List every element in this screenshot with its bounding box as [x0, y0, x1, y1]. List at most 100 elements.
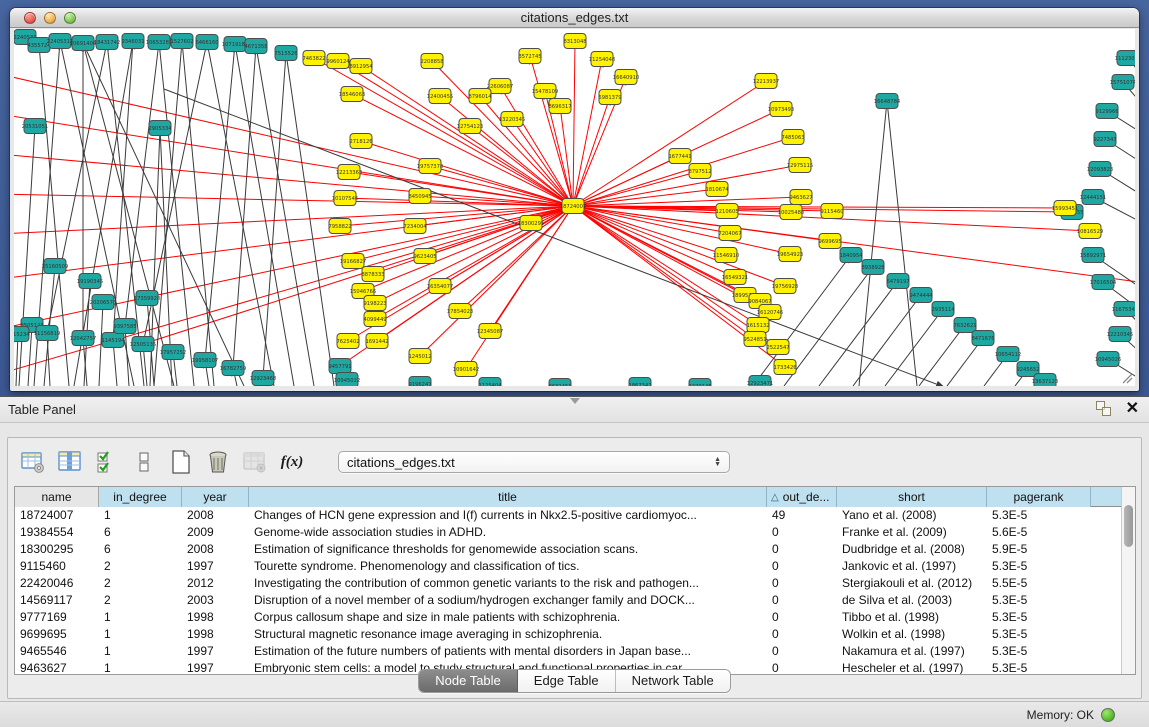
graph-node[interactable]: 20531051 — [22, 119, 48, 134]
graph-node[interactable]: 10945026 — [1095, 352, 1121, 367]
table-row[interactable]: 1830029562008Estimation of significance … — [15, 541, 1121, 558]
table-row[interactable]: 1872400712008Changes of HCN gene express… — [15, 507, 1121, 524]
graph-node[interactable]: 15993451 — [1052, 201, 1078, 216]
table-row[interactable]: 1938455462009Genome-wide association stu… — [15, 524, 1121, 541]
graph-node[interactable]: 16354077 — [427, 279, 453, 294]
graph-node[interactable]: 6479197 — [886, 274, 909, 289]
graph-node[interactable]: 1615132 — [746, 318, 769, 333]
graph-node[interactable]: 16640910 — [613, 70, 639, 85]
graph-node[interactable]: 17359928 — [134, 291, 160, 306]
graph-node[interactable]: 12923468 — [250, 371, 276, 386]
graph-node[interactable]: 17016504 — [1090, 275, 1117, 290]
table-select-dropdown[interactable]: citations_edges.txt ▲▼ — [338, 451, 730, 473]
graph-node[interactable]: 9457791 — [328, 359, 351, 374]
graph-node[interactable]: 12042757 — [70, 331, 96, 346]
memory-ok-indicator-icon[interactable] — [1101, 708, 1115, 722]
graph-node[interactable]: 10945022 — [334, 373, 360, 387]
graph-node[interactable]: 15751074 — [1110, 75, 1135, 90]
graph-node[interactable]: 7625402 — [336, 334, 359, 349]
graph-node[interactable]: 1840954 — [839, 248, 863, 263]
graph-node[interactable]: 8912954 — [349, 59, 373, 74]
graph-node[interactable]: 8632451 — [548, 379, 571, 387]
graph-node[interactable]: 10654112 — [995, 347, 1021, 362]
graph-node[interactable]: 7234004 — [403, 219, 427, 234]
close-panel-icon[interactable]: ✕ — [1126, 401, 1139, 417]
table-row[interactable]: 2242004622012Investigating the contribut… — [15, 575, 1121, 592]
graph-node[interactable]: 16648784 — [874, 94, 901, 109]
graph-node[interactable]: 5981379 — [598, 90, 621, 105]
graph-node[interactable]: 1733426 — [773, 360, 796, 375]
graph-node[interactable]: 12213937 — [753, 74, 779, 89]
graph-node[interactable]: 19166827 — [340, 254, 366, 269]
graph-node[interactable]: 10973493 — [768, 102, 794, 117]
graph-node[interactable]: 4671358 — [244, 39, 267, 54]
graph-node[interactable]: 19756928 — [772, 279, 798, 294]
graph-node[interactable]: 11546910 — [713, 248, 739, 263]
graph-node[interactable]: 11254048 — [589, 52, 615, 67]
graph-node[interactable]: 1677441 — [668, 149, 691, 164]
graph-node[interactable]: 19654923 — [777, 247, 803, 262]
column-header-out-de-[interactable]: △out_de... — [767, 487, 837, 507]
graph-node[interactable]: 8878333 — [361, 267, 384, 282]
graph-node[interactable]: 20691406 — [70, 36, 96, 51]
graph-node[interactable]: 12505135 — [130, 337, 156, 352]
select-columns-icon[interactable] — [94, 449, 120, 475]
graph-node[interactable]: 9346031 — [121, 34, 144, 49]
show-column-icon[interactable] — [57, 449, 83, 475]
graph-node[interactable]: 12213363 — [336, 165, 362, 180]
graph-node[interactable]: 7204067 — [718, 226, 741, 241]
graph-node[interactable]: 18431742 — [94, 35, 120, 50]
graph-node[interactable]: 10901642 — [453, 362, 479, 377]
float-window-icon[interactable] — [1096, 401, 1112, 417]
graph-node[interactable]: 10816529 — [1077, 224, 1103, 239]
graph-node[interactable]: 12923471 — [747, 376, 773, 387]
table-vertical-scrollbar[interactable] — [1121, 487, 1135, 674]
graph-node[interactable]: 12210345 — [1107, 327, 1133, 342]
graph-node[interactable]: 10653287 — [146, 35, 172, 50]
graph-node[interactable]: 18546063 — [339, 87, 365, 102]
graph-node[interactable]: 8796014 — [468, 89, 492, 104]
graph-node[interactable]: 3915234 — [14, 327, 30, 342]
graph-node[interactable]: 1867342 — [628, 378, 651, 387]
graph-node[interactable]: 9474444 — [909, 288, 933, 303]
citation-graph[interactable]: 2240531435572422405312206914061843174293… — [14, 29, 1135, 386]
graph-node[interactable]: 1210605 — [715, 204, 738, 219]
network-canvas[interactable]: 2240531435572422405312206914061843174293… — [14, 29, 1135, 386]
graph-node[interactable]: 1691442 — [365, 334, 388, 349]
graph-node[interactable]: 18300295 — [518, 216, 544, 231]
graph-node[interactable]: 9115460 — [820, 204, 843, 219]
graph-node[interactable]: 18724007 — [560, 199, 586, 214]
table-row[interactable]: 969969511998Structural magnetic resonanc… — [15, 626, 1121, 643]
graph-node[interactable]: 12975115 — [787, 158, 813, 173]
column-header-in-degree[interactable]: in_degree — [99, 487, 182, 507]
new-table-icon[interactable] — [168, 449, 194, 475]
graph-node[interactable]: 13637123 — [1032, 374, 1058, 387]
graph-node[interactable]: 15478109 — [532, 84, 558, 99]
graph-node[interactable]: 17957252 — [160, 345, 186, 360]
graph-node[interactable]: 2270145 — [688, 379, 711, 387]
table-row[interactable]: 911546021997Tourette syndrome. Phenomeno… — [15, 558, 1121, 575]
graph-node[interactable]: 7485063 — [781, 130, 804, 145]
tab-edge-table[interactable]: Edge Table — [518, 670, 616, 692]
window-titlebar[interactable]: citations_edges.txt — [10, 8, 1139, 28]
graph-node[interactable]: 11675348 — [1112, 302, 1135, 317]
graph-node[interactable]: 1810674 — [705, 182, 729, 197]
graph-node[interactable]: 10107546 — [332, 191, 358, 206]
graph-node[interactable]: 9129966 — [1095, 104, 1118, 119]
graph-node[interactable]: 12093823 — [1087, 162, 1113, 177]
tab-network-table[interactable]: Network Table — [616, 670, 730, 692]
graph-node[interactable]: 9397585 — [113, 319, 136, 334]
graph-node[interactable]: 9227343 — [1093, 132, 1116, 147]
graph-node[interactable]: 7463822 — [302, 51, 325, 66]
graph-node[interactable]: 19190345 — [77, 274, 103, 289]
graph-node[interactable]: 8471676 — [971, 331, 994, 346]
graph-node[interactable]: 2522547 — [766, 340, 789, 355]
graph-node[interactable]: 12400455 — [427, 89, 453, 104]
graph-node[interactable]: 2905334 — [148, 121, 172, 136]
graph-node[interactable]: 20206576 — [90, 295, 116, 310]
graph-node[interactable]: 7515526 — [274, 46, 297, 61]
graph-node[interactable]: 6466160 — [195, 35, 218, 50]
graph-node[interactable]: 2208858 — [420, 54, 443, 69]
graph-node[interactable]: 8696317 — [548, 99, 571, 114]
graph-node[interactable]: 8938928 — [861, 260, 884, 275]
